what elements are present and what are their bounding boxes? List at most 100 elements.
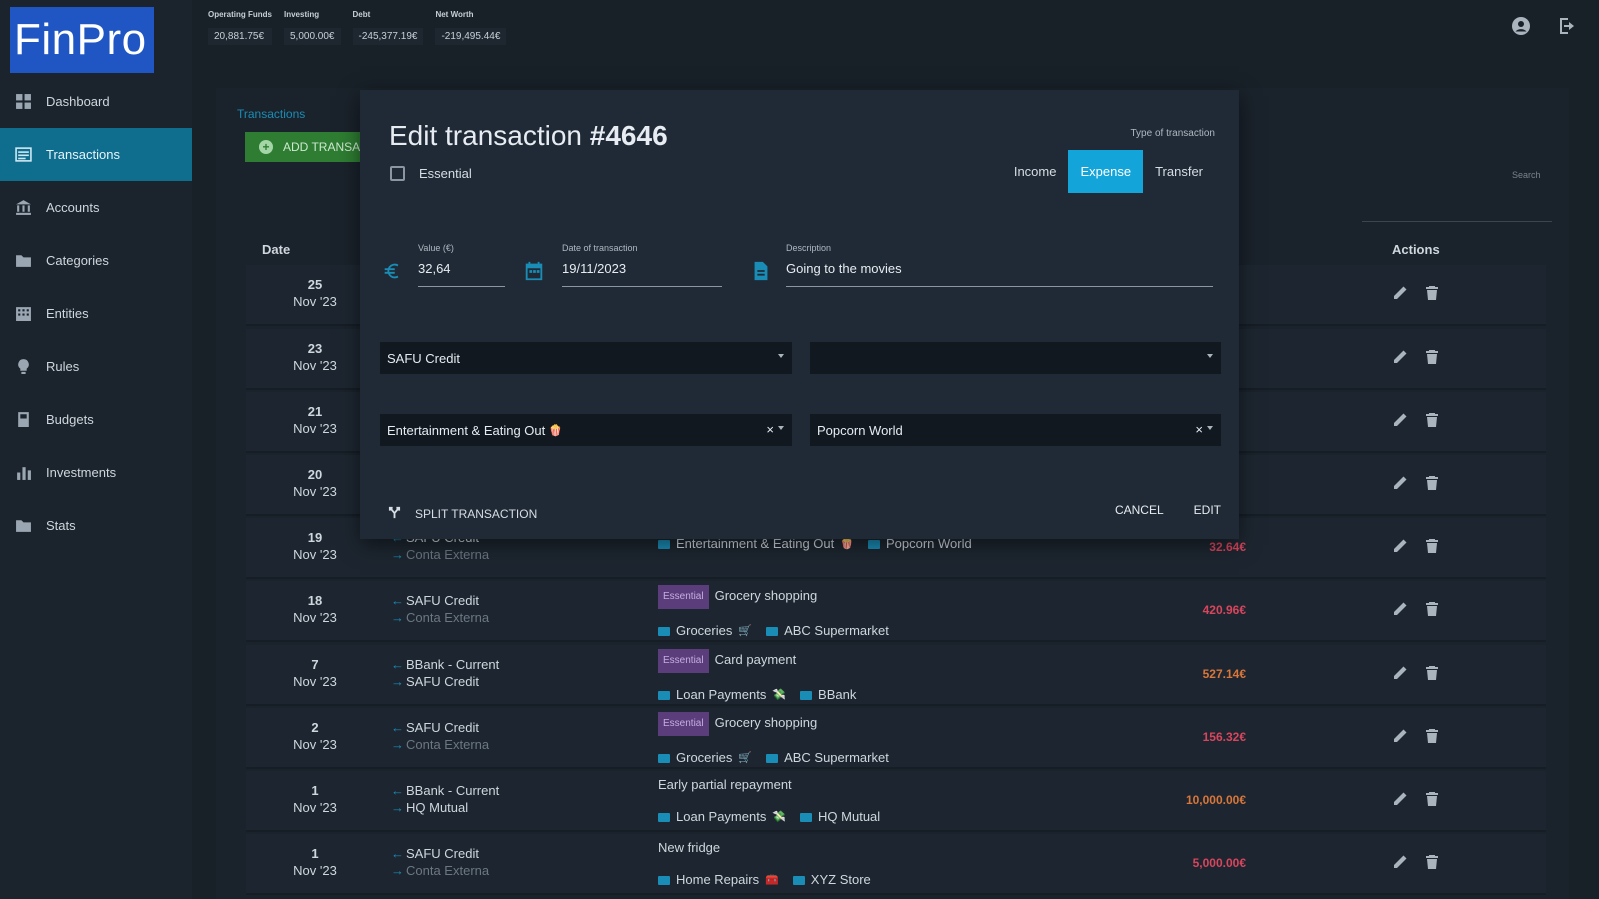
clear-entity-icon[interactable]: ×: [1195, 422, 1203, 437]
checkbox-icon[interactable]: [390, 166, 405, 181]
bar-chart-icon: [14, 464, 32, 482]
folder-icon: [792, 875, 805, 885]
split-transaction-button[interactable]: SPLIT TRANSACTION: [388, 506, 537, 522]
row-category[interactable]: Home Repairs: [676, 870, 759, 890]
sidebar-item-label: Investments: [46, 465, 117, 480]
trash-icon[interactable]: [1424, 854, 1440, 875]
table-row[interactable]: 1 Nov '23 ← SAFU Credit → Conta Externa New…: [246, 834, 1546, 895]
trash-icon[interactable]: [1424, 791, 1440, 812]
edit-icon[interactable]: [1392, 538, 1408, 559]
edit-icon[interactable]: [1392, 601, 1408, 622]
logout-icon[interactable]: [1557, 16, 1577, 41]
building-icon: [14, 305, 32, 323]
sidebar-item-dashboard[interactable]: Dashboard: [0, 75, 192, 128]
table-row[interactable]: 2 Nov '23 ← SAFU Credit → Conta Externa Ess…: [246, 708, 1546, 769]
edit-icon[interactable]: [1392, 665, 1408, 686]
row-entity[interactable]: ABC Supermarket: [784, 621, 889, 641]
value-field[interactable]: Value (€) 32,64: [418, 243, 505, 287]
row-entity[interactable]: ABC Supermarket: [784, 748, 889, 768]
row-actions: [1392, 728, 1440, 749]
category-emoji-icon: 💸: [772, 689, 787, 701]
row-date: 2 Nov '23: [293, 720, 337, 752]
summary-operating-funds: Operating Funds 20,881.75€: [205, 10, 275, 45]
chevron-down-icon: [1207, 426, 1213, 430]
trash-icon[interactable]: [1424, 601, 1440, 622]
edit-icon[interactable]: [1392, 349, 1408, 370]
value-input[interactable]: 32,64: [418, 261, 505, 287]
row-date: 7 Nov '23: [293, 657, 337, 689]
sidebar-item-investments[interactable]: Investments: [0, 446, 192, 499]
account-circle-icon[interactable]: [1511, 16, 1531, 41]
edit-icon[interactable]: [1392, 475, 1408, 496]
trash-icon[interactable]: [1424, 475, 1440, 496]
breadcrumb[interactable]: Transactions: [237, 107, 305, 121]
entity-select[interactable]: Popcorn World ×: [810, 414, 1221, 446]
calendar-icon[interactable]: [523, 260, 545, 287]
destination-account-select[interactable]: [810, 342, 1221, 374]
sidebar-item-entities[interactable]: Entities: [0, 287, 192, 340]
sidebar-item-stats[interactable]: Stats: [0, 499, 192, 552]
arrow-right-icon: →: [391, 863, 404, 878]
trash-icon[interactable]: [1424, 285, 1440, 306]
edit-icon[interactable]: [1392, 412, 1408, 433]
sidebar-item-label: Transactions: [46, 147, 120, 162]
row-accounts: ←SAFU Credit →Conta Externa: [391, 720, 490, 752]
row-date: 23 Nov '23: [293, 341, 337, 373]
table-row[interactable]: 7 Nov '23 ← BBank - Current → SAFU Credit E…: [246, 645, 1546, 706]
row-category[interactable]: Groceries: [676, 748, 732, 768]
sidebar-item-accounts[interactable]: Accounts: [0, 181, 192, 234]
trash-icon[interactable]: [1424, 412, 1440, 433]
row-actions: [1392, 665, 1440, 686]
table-row[interactable]: 1 Nov '23 ← BBank - Current → HQ Mutual Ear…: [246, 771, 1546, 832]
popcorn-icon: 🍿: [548, 424, 563, 437]
split-icon: [388, 506, 401, 522]
row-category[interactable]: Loan Payments: [676, 807, 766, 827]
essential-checkbox[interactable]: Essential: [390, 166, 472, 181]
edit-icon[interactable]: [1392, 854, 1408, 875]
type-transfer-button[interactable]: Transfer: [1143, 150, 1215, 193]
row-amount: 156.32€: [1202, 730, 1246, 744]
trash-icon[interactable]: [1424, 349, 1440, 370]
search-input[interactable]: Search: [1512, 170, 1541, 180]
book-icon: [14, 411, 32, 429]
row-date: 20 Nov '23: [293, 467, 337, 499]
sidebar-item-transactions[interactable]: Transactions: [0, 128, 192, 181]
trash-icon[interactable]: [1424, 665, 1440, 686]
date-field[interactable]: Date of transaction 19/11/2023: [562, 243, 722, 287]
row-category[interactable]: Groceries: [676, 621, 732, 641]
row-entity[interactable]: HQ Mutual: [818, 807, 880, 827]
search-underline: [1362, 221, 1552, 222]
category-select[interactable]: Entertainment & Eating Out 🍿 ×: [380, 414, 792, 446]
sidebar-item-rules[interactable]: Rules: [0, 340, 192, 393]
type-expense-button[interactable]: Expense: [1068, 150, 1144, 193]
row-accounts: ← BBank - Current → HQ Mutual: [391, 783, 500, 815]
type-income-button[interactable]: Income: [1002, 150, 1069, 193]
folder-icon: [14, 252, 32, 270]
row-actions: [1392, 412, 1440, 433]
column-date[interactable]: Date: [262, 242, 290, 257]
row-category[interactable]: Loan Payments: [676, 685, 766, 705]
row-date: 19 Nov '23: [293, 530, 337, 562]
row-entity[interactable]: XYZ Store: [811, 870, 871, 890]
trash-icon[interactable]: [1424, 538, 1440, 559]
edit-icon[interactable]: [1392, 791, 1408, 812]
table-row[interactable]: 18 Nov '23 ← SAFU Credit → Conta Externa Es…: [246, 581, 1546, 642]
row-entity[interactable]: BBank: [818, 685, 856, 705]
edit-icon[interactable]: [1392, 285, 1408, 306]
add-transaction-button[interactable]: + ADD TRANSA: [245, 132, 375, 162]
sidebar-item-categories[interactable]: Categories: [0, 234, 192, 287]
edit-button[interactable]: EDIT: [1194, 503, 1221, 517]
source-account-select[interactable]: SAFU Credit: [380, 342, 792, 374]
edit-icon[interactable]: [1392, 728, 1408, 749]
date-input[interactable]: 19/11/2023: [562, 261, 722, 287]
description-field[interactable]: Description Going to the movies: [786, 243, 1213, 287]
clear-category-icon[interactable]: ×: [766, 422, 774, 437]
app-logo[interactable]: FinPro: [10, 7, 154, 73]
essential-badge: Essential: [658, 712, 709, 736]
description-input[interactable]: Going to the movies: [786, 261, 1213, 287]
trash-icon[interactable]: [1424, 728, 1440, 749]
row-amount: 527.14€: [1202, 667, 1246, 681]
cancel-button[interactable]: CANCEL: [1115, 503, 1164, 517]
dialog-title: Edit transaction #4646: [389, 120, 668, 151]
sidebar-item-budgets[interactable]: Budgets: [0, 393, 192, 446]
